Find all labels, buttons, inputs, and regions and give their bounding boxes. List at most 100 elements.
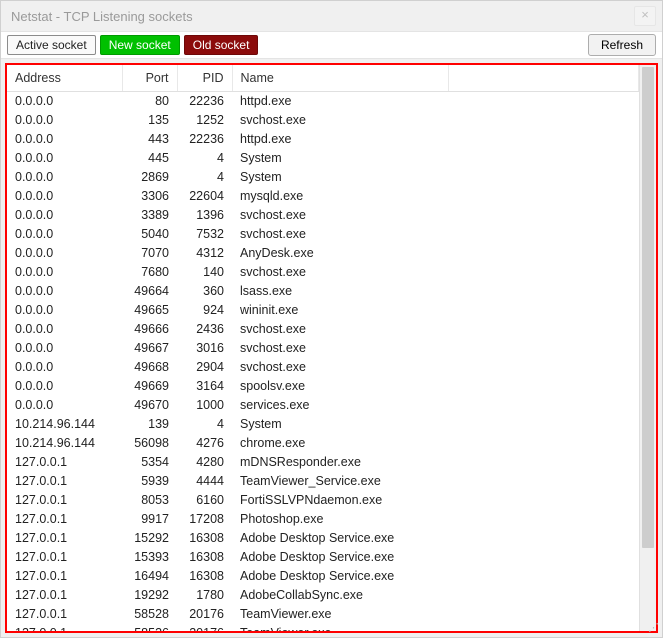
table-row[interactable]: 0.0.0.049665924wininit.exe <box>7 300 639 319</box>
refresh-button[interactable]: Refresh <box>588 34 656 56</box>
cell-name: svchost.exe <box>232 357 449 376</box>
table-row[interactable]: 0.0.0.044322236httpd.exe <box>7 129 639 148</box>
vertical-scrollbar[interactable] <box>639 65 656 631</box>
cell-name: System <box>232 414 449 433</box>
cell-name: System <box>232 148 449 167</box>
table-row[interactable]: 127.0.0.159394444TeamViewer_Service.exe <box>7 471 639 490</box>
table-row[interactable]: 0.0.0.050407532svchost.exe <box>7 224 639 243</box>
cell-address: 0.0.0.0 <box>7 338 122 357</box>
cell-name: svchost.exe <box>232 262 449 281</box>
cell-name: System <box>232 167 449 186</box>
cell-name: mDNSResponder.exe <box>232 452 449 471</box>
cell-address: 127.0.0.1 <box>7 566 122 585</box>
table-row[interactable]: 0.0.0.070704312AnyDesk.exe <box>7 243 639 262</box>
cell-pid: 924 <box>177 300 232 319</box>
cell-address: 0.0.0.0 <box>7 243 122 262</box>
cell-name: wininit.exe <box>232 300 449 319</box>
cell-name: svchost.exe <box>232 319 449 338</box>
cell-filler <box>449 509 639 528</box>
cell-pid: 1396 <box>177 205 232 224</box>
scroll-area[interactable]: Address Port PID Name 0.0.0.08022236http… <box>7 65 639 631</box>
table-row[interactable]: 0.0.0.0496682904svchost.exe <box>7 357 639 376</box>
close-icon[interactable]: × <box>634 6 656 26</box>
table-row[interactable]: 127.0.0.180536160FortiSSLVPNdaemon.exe <box>7 490 639 509</box>
table-row[interactable]: 127.0.0.11529216308Adobe Desktop Service… <box>7 528 639 547</box>
cell-name: Adobe Desktop Service.exe <box>232 547 449 566</box>
cell-port: 139 <box>122 414 177 433</box>
col-port[interactable]: Port <box>122 65 177 91</box>
cell-port: 135 <box>122 110 177 129</box>
cell-port: 49667 <box>122 338 177 357</box>
cell-port: 5939 <box>122 471 177 490</box>
table-row[interactable]: 0.0.0.0496673016svchost.exe <box>7 338 639 357</box>
col-address[interactable]: Address <box>7 65 122 91</box>
cell-port: 49670 <box>122 395 177 414</box>
table-row[interactable]: 0.0.0.0330622604mysqld.exe <box>7 186 639 205</box>
cell-pid: 3164 <box>177 376 232 395</box>
cell-address: 0.0.0.0 <box>7 376 122 395</box>
cell-pid: 22236 <box>177 129 232 148</box>
cell-address: 0.0.0.0 <box>7 262 122 281</box>
col-pid[interactable]: PID <box>177 65 232 91</box>
table-row[interactable]: 127.0.0.11539316308Adobe Desktop Service… <box>7 547 639 566</box>
cell-pid: 22604 <box>177 186 232 205</box>
table-row[interactable]: 0.0.0.08022236httpd.exe <box>7 91 639 110</box>
cell-name: services.exe <box>232 395 449 414</box>
cell-address: 127.0.0.1 <box>7 547 122 566</box>
cell-name: TeamViewer.exe <box>232 604 449 623</box>
table-row[interactable]: 127.0.0.1991717208Photoshop.exe <box>7 509 639 528</box>
cell-port: 5354 <box>122 452 177 471</box>
cell-address: 0.0.0.0 <box>7 129 122 148</box>
cell-pid: 2436 <box>177 319 232 338</box>
table-row[interactable]: 127.0.0.15853620176TeamViewer.exe <box>7 623 639 631</box>
table-row[interactable]: 0.0.0.0496662436svchost.exe <box>7 319 639 338</box>
cell-pid: 2904 <box>177 357 232 376</box>
cell-filler <box>449 471 639 490</box>
cell-filler <box>449 433 639 452</box>
cell-port: 80 <box>122 91 177 110</box>
cell-filler <box>449 414 639 433</box>
table-row[interactable]: 0.0.0.04454System <box>7 148 639 167</box>
legend-new-socket: New socket <box>100 35 180 55</box>
cell-filler <box>449 205 639 224</box>
table-row[interactable]: 127.0.0.1192921780AdobeCollabSync.exe <box>7 585 639 604</box>
cell-port: 15292 <box>122 528 177 547</box>
cell-filler <box>449 338 639 357</box>
cell-filler <box>449 281 639 300</box>
table-row[interactable]: 10.214.96.1441394System <box>7 414 639 433</box>
cell-port: 3306 <box>122 186 177 205</box>
table-row[interactable]: 10.214.96.144560984276chrome.exe <box>7 433 639 452</box>
cell-port: 16494 <box>122 566 177 585</box>
table-row[interactable]: 0.0.0.01351252svchost.exe <box>7 110 639 129</box>
table-row[interactable]: 127.0.0.153544280mDNSResponder.exe <box>7 452 639 471</box>
table-row[interactable]: 127.0.0.11649416308Adobe Desktop Service… <box>7 566 639 585</box>
socket-table-container: Address Port PID Name 0.0.0.08022236http… <box>7 65 639 631</box>
cell-pid: 4 <box>177 148 232 167</box>
cell-pid: 1000 <box>177 395 232 414</box>
table-row[interactable]: 0.0.0.028694System <box>7 167 639 186</box>
cell-address: 0.0.0.0 <box>7 224 122 243</box>
table-row[interactable]: 0.0.0.049664360lsass.exe <box>7 281 639 300</box>
table-row[interactable]: 0.0.0.033891396svchost.exe <box>7 205 639 224</box>
cell-filler <box>449 300 639 319</box>
cell-pid: 1780 <box>177 585 232 604</box>
table-row[interactable]: 0.0.0.0496693164spoolsv.exe <box>7 376 639 395</box>
cell-filler <box>449 528 639 547</box>
col-name[interactable]: Name <box>232 65 449 91</box>
table-row[interactable]: 0.0.0.07680140svchost.exe <box>7 262 639 281</box>
cell-port: 56098 <box>122 433 177 452</box>
cell-filler <box>449 129 639 148</box>
netstat-window: Netstat - TCP Listening sockets × Active… <box>0 0 663 638</box>
cell-filler <box>449 148 639 167</box>
scrollbar-thumb[interactable] <box>642 67 654 548</box>
cell-name: svchost.exe <box>232 338 449 357</box>
cell-filler <box>449 91 639 110</box>
cell-address: 0.0.0.0 <box>7 205 122 224</box>
cell-port: 8053 <box>122 490 177 509</box>
table-row[interactable]: 0.0.0.0496701000services.exe <box>7 395 639 414</box>
cell-pid: 4 <box>177 167 232 186</box>
cell-port: 9917 <box>122 509 177 528</box>
cell-filler <box>449 243 639 262</box>
cell-name: spoolsv.exe <box>232 376 449 395</box>
table-row[interactable]: 127.0.0.15852820176TeamViewer.exe <box>7 604 639 623</box>
